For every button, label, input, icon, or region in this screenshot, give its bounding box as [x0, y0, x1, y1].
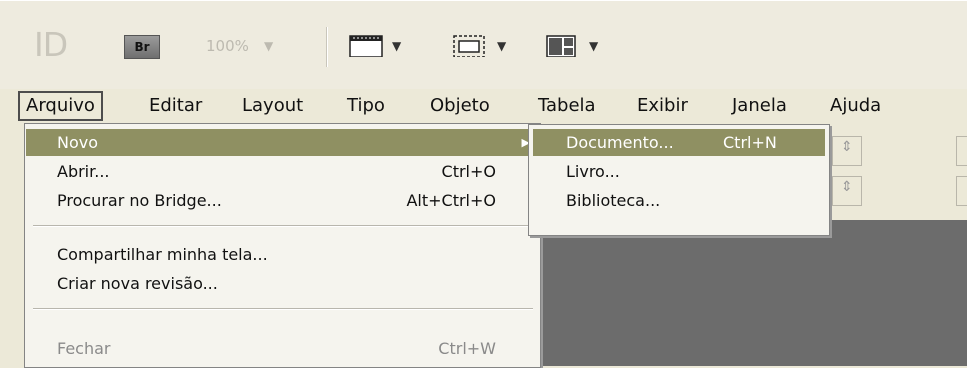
submenu-item-documento[interactable]: Documento... Ctrl+N: [533, 129, 825, 156]
spinner-control[interactable]: [956, 136, 967, 166]
chevron-down-icon[interactable]: ▼: [392, 39, 401, 53]
panel-edge: [14, 122, 22, 366]
menu-item-label: Fechar: [57, 339, 111, 358]
menu-tipo[interactable]: Tipo: [341, 91, 391, 121]
menu-item-label: Abrir...: [57, 162, 110, 181]
spinner-control[interactable]: [956, 176, 967, 206]
spinner-control[interactable]: [832, 176, 862, 206]
menu-janela[interactable]: Janela: [726, 91, 793, 121]
spinner-control[interactable]: [832, 136, 862, 166]
menu-item-compartilhar-tela[interactable]: Compartilhar minha tela...: [26, 241, 538, 268]
menu-exibir[interactable]: Exibir: [631, 91, 694, 121]
submenu-item-livro[interactable]: Livro...: [533, 158, 825, 185]
indesign-logo: ID: [34, 25, 68, 64]
menu-item-label: Livro...: [566, 162, 620, 181]
menu-item-label: Criar nova revisão...: [57, 274, 218, 293]
menu-item-shortcut: Ctrl+N: [723, 133, 777, 152]
menu-separator: [33, 225, 533, 227]
chevron-down-icon[interactable]: ▼: [589, 39, 598, 53]
menu-item-novo[interactable]: Novo ▶: [26, 129, 538, 156]
menu-layout[interactable]: Layout: [236, 91, 309, 121]
application-bar: ID Br 100% ▼ ▼ ▼ ▼: [0, 0, 967, 89]
menu-item-procurar-bridge[interactable]: Procurar no Bridge... Alt+Ctrl+O: [26, 187, 538, 214]
menu-separator: [33, 308, 533, 310]
menu-objeto[interactable]: Objeto: [424, 91, 496, 121]
menu-item-fechar[interactable]: Fechar Ctrl+W: [26, 335, 538, 362]
menu-item-label: Biblioteca...: [566, 191, 661, 210]
menu-item-shortcut: Ctrl+O: [441, 162, 496, 181]
submenu-item-biblioteca[interactable]: Biblioteca...: [533, 187, 825, 214]
bridge-button[interactable]: Br: [124, 35, 160, 59]
menu-item-label: Compartilhar minha tela...: [57, 245, 268, 264]
menu-item-criar-revisao[interactable]: Criar nova revisão...: [26, 270, 538, 297]
document-workspace: [540, 220, 967, 366]
toolbar-separator: [326, 27, 328, 67]
chevron-down-icon[interactable]: ▼: [264, 39, 273, 53]
menu-arquivo[interactable]: Arquivo: [18, 91, 103, 121]
menu-tabela[interactable]: Tabela: [532, 91, 602, 121]
menu-item-label: Procurar no Bridge...: [57, 191, 222, 210]
menu-item-abrir[interactable]: Abrir... Ctrl+O: [26, 158, 538, 185]
menu-item-label: Documento...: [566, 133, 674, 152]
arrange-documents-icon[interactable]: [545, 33, 579, 57]
menu-item-shortcut: Ctrl+W: [438, 339, 496, 358]
zoom-level-select[interactable]: 100%: [206, 37, 249, 55]
menu-item-label: Novo: [57, 133, 99, 152]
chevron-down-icon[interactable]: ▼: [497, 39, 506, 53]
new-submenu: Documento... Ctrl+N Livro... Biblioteca.…: [528, 124, 830, 236]
menu-item-shortcut: Alt+Ctrl+O: [406, 191, 496, 210]
menu-editar[interactable]: Editar: [143, 91, 208, 121]
view-options-icon[interactable]: [452, 33, 488, 57]
screen-mode-icon[interactable]: [349, 33, 385, 57]
file-menu-dropdown: Novo ▶ Abrir... Ctrl+O Procurar no Bridg…: [24, 123, 541, 368]
menu-bar: Arquivo Editar Layout Tipo Objeto Tabela…: [14, 91, 967, 121]
menu-ajuda[interactable]: Ajuda: [824, 91, 887, 121]
